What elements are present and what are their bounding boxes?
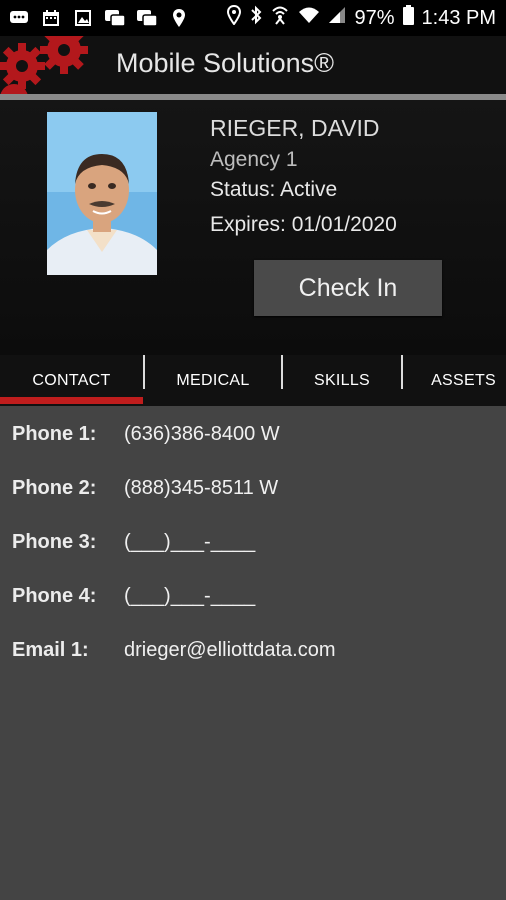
selected-tab-indicator — [0, 397, 143, 404]
bluetooth-icon — [250, 5, 262, 31]
battery-percent: 97% — [354, 6, 395, 29]
profile-photo — [47, 112, 157, 275]
app-bar: Mobile Solutions® — [0, 36, 506, 94]
message-icon — [8, 8, 30, 28]
person-name: RIEGER, DAVID — [210, 115, 380, 141]
tab-skills[interactable]: SKILLS — [283, 355, 401, 406]
location-icon — [226, 4, 242, 31]
contact-value[interactable]: (888)345-8511 W — [124, 477, 278, 500]
contact-value[interactable]: drieger@elliottdata.com — [124, 639, 336, 662]
signal-icon — [328, 6, 346, 30]
tab-bar: CONTACT MEDICAL SKILLS ASSETS — [0, 355, 506, 406]
contact-value[interactable]: (636)386-8400 W — [124, 423, 280, 446]
status-label: Status: Active — [210, 178, 338, 201]
calendar-icon — [40, 8, 62, 28]
voicemail-icon — [104, 8, 126, 28]
tab-assets[interactable]: ASSETS — [403, 355, 506, 406]
gears-logo — [0, 36, 88, 94]
tab-medical[interactable]: MEDICAL — [145, 355, 281, 406]
wifi-icon — [298, 6, 320, 30]
contact-label: Phone 3: — [12, 531, 97, 553]
location-icon — [168, 8, 190, 28]
contact-label: Phone 4: — [12, 585, 97, 607]
image-icon — [72, 8, 94, 28]
voicemail-icon — [136, 8, 158, 28]
contact-value: (___)___-____ — [124, 585, 256, 607]
clock: 1:43 PM — [421, 6, 496, 29]
hotspot-icon — [270, 5, 290, 31]
system-status: 97% 1:43 PM — [226, 0, 496, 36]
agency-label: Agency 1 — [210, 148, 298, 171]
status-bar: 97% 1:43 PM — [0, 0, 506, 36]
app-title: Mobile Solutions® — [116, 48, 335, 78]
notification-icons — [8, 0, 190, 36]
battery-icon — [402, 5, 414, 31]
contact-label: Phone 2: — [12, 477, 97, 499]
contact-value: (___)___-____ — [124, 531, 256, 553]
contact-label: Phone 1: — [12, 423, 97, 445]
profile-card: RIEGER, DAVID Agency 1 Status: Active Ex… — [0, 100, 506, 355]
expires-label: Expires: 01/01/2020 — [210, 213, 397, 236]
contact-label: Email 1: — [12, 639, 89, 661]
check-in-button[interactable]: Check In — [254, 260, 442, 316]
